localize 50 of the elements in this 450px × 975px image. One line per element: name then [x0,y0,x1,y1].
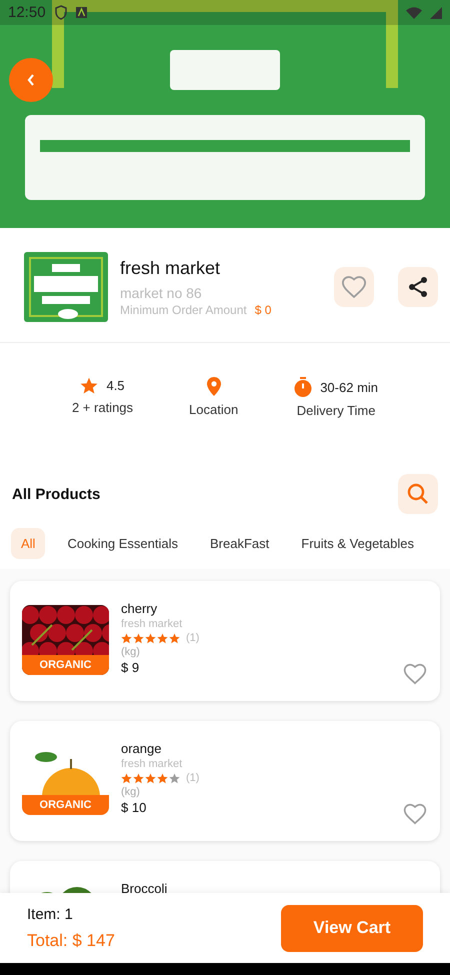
stat-label: Location [189,402,238,417]
stopwatch-icon [294,377,312,397]
share-button[interactable] [398,267,438,307]
keyboard-icon [76,7,87,18]
product-card[interactable]: ORGANIC cherry fresh market (1) (kg) $ 9 [10,581,440,701]
organic-label: ORGANIC [22,655,109,675]
favorite-button[interactable] [402,801,428,827]
stat-label: Delivery Time [296,403,376,418]
heart-icon [402,801,428,827]
favorite-button[interactable] [402,661,428,687]
product-price: $ 10 [121,800,148,815]
chevron-left-icon [26,73,36,87]
wifi-icon [406,6,422,18]
minimum-order-label: Minimum Order Amount [120,302,247,316]
search-button[interactable] [398,474,438,514]
signal-icon [430,6,442,18]
shield-icon [54,5,68,20]
product-name: cherry [121,601,158,616]
product-unit: (kg) [121,646,141,658]
store-name: fresh market [120,258,222,278]
search-icon [406,482,430,506]
heart-icon [402,661,428,687]
item-count: Item: 1 [27,906,74,922]
location-pin-icon [206,377,221,396]
product-name: Broccoli [121,881,168,893]
minimum-order-value: $ 0 [254,302,272,316]
review-count: (1) [186,772,200,784]
category-tab[interactable]: Fruits & Vegetables [291,528,424,559]
favorite-button[interactable] [334,267,374,307]
star-icon [80,377,98,394]
product-price: $ 9 [121,660,140,675]
category-tab[interactable]: Cooking Essentials [57,528,188,559]
heart-icon [340,273,368,301]
total-price: Total: $ 147 [27,930,115,950]
section-title: All Products [12,486,100,502]
product-store: fresh market [121,758,184,770]
product-store: fresh market [121,618,184,630]
product-name: orange [121,741,162,756]
product-unit: (kg) [121,786,141,798]
stat-value: 4.5 [106,378,125,393]
category-tab[interactable]: BreakFast [200,528,280,559]
stat-value: 30-62 min [320,380,378,394]
clock-time: 12:50 [8,4,46,21]
review-count: (1) [186,632,200,644]
store-subtitle: market no 86 [120,284,203,300]
product-card[interactable]: Broccoli [10,861,440,893]
share-icon [407,276,429,298]
organic-label: ORGANIC [22,795,109,815]
product-card[interactable]: ORGANIC orange fresh market (1) (kg) $ 10 [10,721,440,841]
stat-label: 2 + ratings [72,400,134,415]
